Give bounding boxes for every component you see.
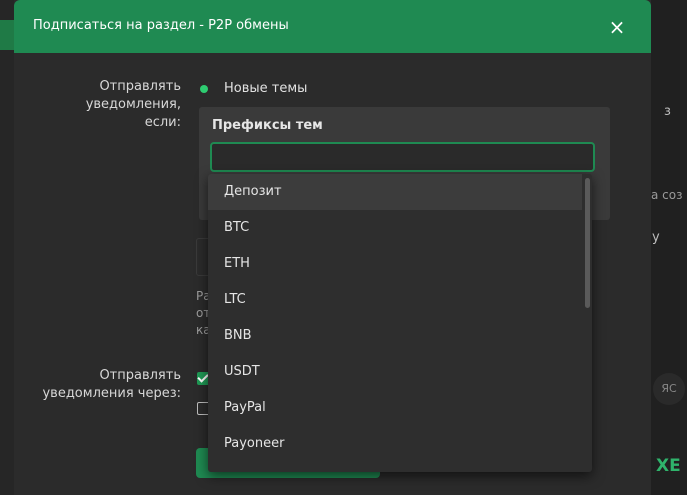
page: з а соз у то XE ЯС Подписаться на раздел… <box>0 0 687 495</box>
notify-if-label: Отправлять уведомления, если: <box>84 78 181 132</box>
prefix-option[interactable]: PayPal <box>208 390 582 426</box>
notify-if-label-line2: уведомления, если: <box>85 97 181 130</box>
prefix-dropdown: Депозит BTC ETH LTC BNB USDT PayPal Payo… <box>208 174 592 472</box>
new-topics-label: Новые темы <box>224 81 308 96</box>
subscribe-modal: Подписаться на раздел - P2P обмены × Отп… <box>14 0 651 495</box>
background-text-fragment: XE <box>656 456 681 476</box>
modal-header: Подписаться на раздел - P2P обмены × <box>14 0 651 53</box>
modal-title: Подписаться на раздел - P2P обмены <box>33 18 289 33</box>
background-green-bar <box>0 20 14 50</box>
background-avatar: ЯС <box>653 373 685 405</box>
background-text-fragment: а соз <box>651 188 683 202</box>
background-left-strip <box>0 0 14 495</box>
background-text-fragment: у <box>652 230 660 245</box>
prefix-option[interactable]: Депозит <box>208 174 582 210</box>
notify-via-label-line2: уведомления через: <box>42 386 181 401</box>
prefix-option[interactable]: BTC <box>208 210 582 246</box>
dropdown-scrollbar[interactable] <box>585 178 590 308</box>
notify-if-label-line1: Отправлять <box>99 79 181 94</box>
close-icon[interactable]: × <box>606 16 628 38</box>
topic-prefixes-title: Префиксы тем <box>212 118 323 133</box>
prefix-option[interactable]: LTC <box>208 282 582 318</box>
topic-prefixes-input[interactable] <box>210 142 595 172</box>
prefix-option[interactable]: USDT <box>208 354 582 390</box>
prefix-option[interactable]: ETH <box>208 246 582 282</box>
prefix-option[interactable]: BNB <box>208 318 582 354</box>
prefix-option[interactable]: Payoneer <box>208 426 582 462</box>
notify-via-label-line1: Отправлять <box>99 368 181 383</box>
background-right-area <box>651 0 687 495</box>
background-text-fragment: з <box>664 104 671 119</box>
notify-via-label: Отправлять уведомления через: <box>42 367 181 403</box>
radio-dot-icon[interactable] <box>200 85 208 93</box>
